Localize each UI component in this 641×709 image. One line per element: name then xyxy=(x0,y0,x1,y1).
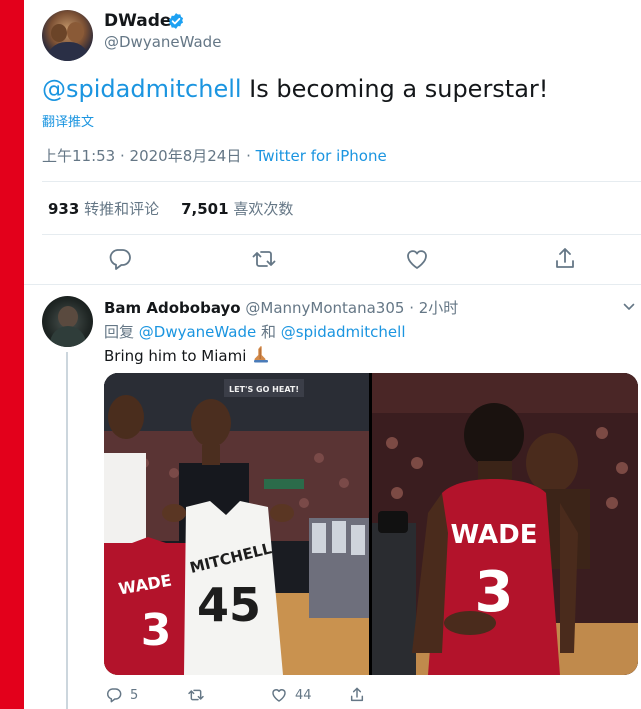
tweet-stats: 933 转推和评论 7,501 喜欢次数 xyxy=(48,198,293,219)
reply-like-action[interactable]: 44 xyxy=(269,684,312,706)
retweet-icon[interactable] xyxy=(186,685,206,705)
tweet-text: @spidadmitchell Is becoming a superstar! xyxy=(42,75,548,103)
translate-link[interactable]: 翻译推文 xyxy=(42,111,94,130)
reply-body-text: Bring him to Miami xyxy=(104,347,247,365)
reply-reply-action[interactable]: 5 xyxy=(104,684,138,706)
reply-action-bar: 5 44 xyxy=(104,684,404,706)
mention-link[interactable]: @spidadmitchell xyxy=(42,75,242,103)
likes-count: 7,501 xyxy=(181,200,229,218)
replying-prefix: 回复 xyxy=(104,323,139,341)
reply-icon[interactable] xyxy=(104,685,124,705)
tweet-source[interactable]: Twitter for iPhone xyxy=(256,147,387,165)
divider xyxy=(42,234,641,235)
author-handle[interactable]: @DwyaneWade xyxy=(104,33,221,51)
share-icon[interactable] xyxy=(347,685,367,705)
retweets-label: 转推和评论 xyxy=(84,200,160,218)
like-icon[interactable] xyxy=(269,685,289,705)
divider xyxy=(24,284,641,285)
reply-author-avatar[interactable] xyxy=(42,296,93,347)
replying-mention-2[interactable]: @spidadmitchell xyxy=(281,323,406,341)
reply-like-count: 44 xyxy=(295,687,312,703)
chevron-down-icon[interactable] xyxy=(622,300,636,314)
reply-share-action[interactable] xyxy=(347,684,367,706)
reply-icon[interactable] xyxy=(105,244,135,274)
reply-author-name[interactable]: Bam Adobobayo xyxy=(104,299,241,317)
replying-to: 回复 @DwyaneWade 和 @spidadmitchell xyxy=(104,321,405,342)
retweets-stat[interactable]: 933 转推和评论 xyxy=(48,200,159,218)
tweet-meta: 上午11:53 · 2020年8月24日 · Twitter for iPhon… xyxy=(42,145,387,166)
reply-retweet-action[interactable] xyxy=(186,684,206,706)
share-icon[interactable] xyxy=(550,244,580,274)
retweets-count: 933 xyxy=(48,200,80,218)
jersey-2-number: 45 xyxy=(197,578,261,632)
likes-stat[interactable]: 7,501 喜欢次数 xyxy=(181,200,293,218)
left-red-bar xyxy=(0,0,24,709)
photo-players-holding-jerseys[interactable]: LET'S GO HEAT! WADE 3 MITCHELL 45 xyxy=(104,373,369,675)
photo-players-embrace[interactable]: WADE 3 xyxy=(372,373,638,675)
replying-and: 和 xyxy=(256,323,281,341)
author-name[interactable]: DWade xyxy=(104,11,171,31)
scoreboard-text: LET'S GO HEAT! xyxy=(229,385,299,394)
tweet-action-bar xyxy=(42,244,622,274)
thread-line xyxy=(66,352,68,709)
reply-author-handle[interactable]: @MannyMontana305 xyxy=(245,299,404,317)
retweet-icon[interactable] xyxy=(249,244,279,274)
reply-timestamp[interactable]: · 2小时 xyxy=(404,299,458,317)
tweet-body-text: Is becoming a superstar! xyxy=(241,75,549,103)
jersey-back-name: WADE xyxy=(451,520,538,550)
jersey-1-number: 3 xyxy=(141,605,172,656)
folded-hands-emoji-icon xyxy=(254,346,269,363)
reply-media-grid[interactable]: LET'S GO HEAT! WADE 3 MITCHELL 45 WADE 3 xyxy=(104,373,638,675)
like-icon[interactable] xyxy=(402,244,432,274)
tweet-timestamp[interactable]: 上午11:53 · 2020年8月24日 · xyxy=(42,147,256,165)
tweet-page: DWade @DwyaneWade @spidadmitchell Is bec… xyxy=(24,0,641,709)
author-avatar[interactable] xyxy=(42,10,93,61)
replying-mention-1[interactable]: @DwyaneWade xyxy=(139,323,256,341)
verified-badge-icon xyxy=(168,13,184,29)
reply-header: Bam Adobobayo @MannyMontana305 · 2小时 xyxy=(104,297,458,318)
likes-label: 喜欢次数 xyxy=(233,200,294,218)
divider xyxy=(42,181,641,182)
reply-reply-count: 5 xyxy=(130,687,139,703)
reply-text: Bring him to Miami xyxy=(104,345,271,365)
